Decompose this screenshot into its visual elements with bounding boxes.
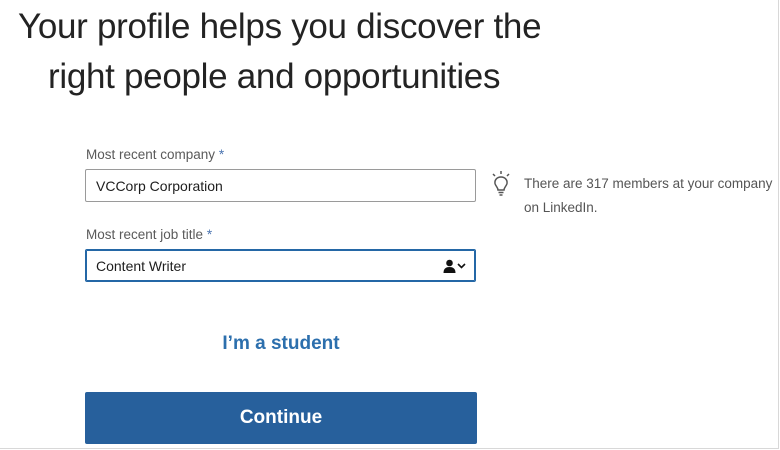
lightbulb-icon	[492, 171, 510, 196]
company-members-hint: There are 317 members at your company on…	[524, 176, 773, 215]
continue-button[interactable]: Continue	[85, 392, 477, 444]
headline-line-2: right people and opportunities	[48, 57, 501, 96]
person-icon	[443, 259, 456, 273]
page-headline: Your profile helps you discover the righ…	[18, 2, 758, 102]
job-title-label: Most recent job title *	[86, 227, 212, 242]
job-title-label-text: Most recent job title	[86, 227, 204, 242]
job-title-input[interactable]	[85, 249, 476, 282]
visibility-selector[interactable]	[443, 256, 466, 276]
company-input[interactable]	[85, 169, 476, 202]
headline-line-1: Your profile helps you discover the	[18, 7, 542, 46]
company-label: Most recent company *	[86, 147, 224, 162]
company-required-mark: *	[218, 147, 225, 162]
job-title-required-mark: *	[206, 227, 213, 242]
chevron-down-icon	[457, 263, 466, 269]
im-a-student-link[interactable]: I’m a student	[0, 333, 562, 355]
company-label-text: Most recent company	[86, 147, 216, 162]
